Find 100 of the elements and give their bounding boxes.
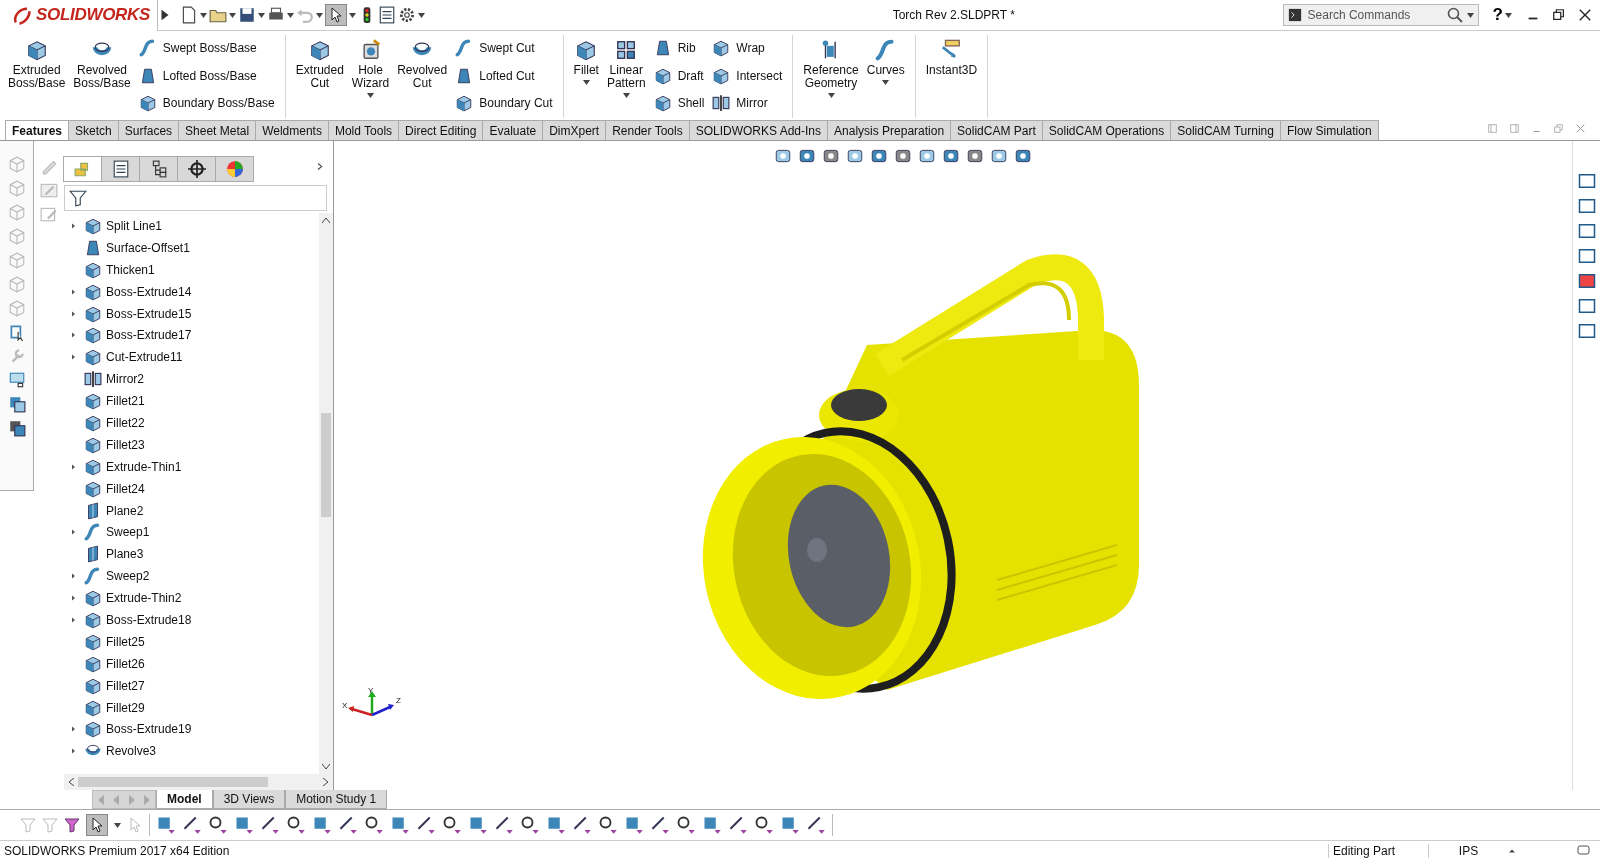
caret-icon[interactable] [418, 12, 425, 18]
scroll-thumb[interactable] [321, 413, 331, 517]
new-document-icon[interactable] [180, 6, 198, 24]
model-tab[interactable]: 3D Views [212, 790, 286, 809]
panel-tab[interactable] [177, 156, 216, 182]
ribbon-tab[interactable]: Direct Editing [398, 120, 484, 140]
search-box[interactable]: Search Commands [1282, 4, 1479, 26]
tree-item[interactable]: Fillet26 [106, 656, 145, 671]
selection-filter-icon[interactable] [182, 815, 202, 835]
caret-icon[interactable] [316, 12, 323, 18]
tree-item[interactable]: Plane3 [106, 547, 144, 562]
ribbon-tab[interactable]: Flow Simulation [1279, 120, 1379, 140]
command-button[interactable]: Lofted Boss/Base [136, 66, 277, 85]
caret-icon[interactable] [1466, 12, 1474, 18]
ribbon-tab[interactable]: Features [5, 120, 70, 140]
command-button[interactable]: Swept Cut [453, 39, 555, 57]
command-button[interactable]: Extruded Cut [293, 35, 346, 118]
ribbon-tab[interactable]: Sketch [68, 120, 119, 140]
selection-filter-icon[interactable] [754, 815, 774, 835]
command-button[interactable]: Rib [651, 39, 707, 57]
selection-filter-icon[interactable] [208, 815, 228, 835]
caret-icon[interactable] [1505, 12, 1512, 18]
panel-tab[interactable] [139, 156, 178, 182]
display-icon[interactable] [7, 371, 26, 389]
tree-item[interactable]: Sweep2 [106, 569, 150, 584]
command-button[interactable]: Linear Pattern [604, 35, 648, 118]
selection-filter-icon[interactable] [494, 815, 514, 835]
ribbon-tab[interactable]: SolidCAM Part [950, 120, 1043, 140]
scroll-right-icon[interactable] [323, 778, 329, 786]
caret-icon[interactable] [258, 12, 265, 18]
tree-item[interactable]: Revolve3 [106, 744, 157, 759]
ribbon-tab[interactable]: Analysis Preparation [827, 120, 952, 140]
caret-icon[interactable] [367, 93, 374, 98]
horizontal-scrollbar[interactable] [64, 774, 333, 790]
selection-filter-icon[interactable] [520, 815, 540, 835]
tree-item[interactable]: Extrude-Thin1 [106, 459, 182, 474]
model-tab[interactable]: Model [156, 790, 213, 809]
restore-icon[interactable] [1552, 8, 1566, 22]
selection-filter-icon[interactable] [338, 815, 358, 835]
tree-item[interactable]: Sweep1 [106, 525, 150, 540]
selection-filter-icon[interactable] [650, 815, 670, 835]
tree-item[interactable]: Fillet21 [106, 394, 145, 409]
close-icon[interactable] [1578, 8, 1592, 22]
tile-left-icon[interactable] [1488, 124, 1500, 136]
caret-up-icon[interactable] [1508, 847, 1516, 855]
command-button[interactable]: Mirror [710, 94, 785, 112]
caret-icon[interactable] [827, 93, 835, 98]
scroll-up-icon[interactable] [322, 217, 330, 223]
tree-item[interactable]: Plane2 [106, 503, 144, 518]
ribbon-tab[interactable]: Sheet Metal [178, 120, 257, 140]
selection-filter-icon[interactable] [572, 815, 592, 835]
selection-filter-icon[interactable] [416, 815, 436, 835]
command-button[interactable]: Draft [651, 66, 707, 85]
paste-icon[interactable] [7, 419, 26, 437]
tree-item[interactable]: Fillet29 [106, 700, 145, 715]
caret-icon[interactable] [114, 822, 121, 828]
ribbon-tab[interactable]: SolidCAM Turning [1170, 120, 1281, 140]
ribbon-tab[interactable]: Surfaces [117, 120, 180, 140]
command-button[interactable]: Boundary Boss/Base [136, 94, 277, 112]
selection-filter-icon[interactable] [260, 815, 280, 835]
model-tab[interactable]: Motion Study 1 [285, 790, 388, 809]
command-button[interactable]: Wrap [710, 39, 785, 57]
funnel-icon[interactable] [64, 817, 80, 833]
command-button[interactable]: Revolved Boss/Base [71, 35, 133, 118]
command-button[interactable]: Curves [864, 35, 907, 118]
caret-icon[interactable] [349, 12, 356, 18]
save-icon[interactable] [238, 6, 256, 24]
ribbon-tab[interactable]: Render Tools [605, 120, 690, 140]
selection-filter-icon[interactable] [364, 815, 384, 835]
tree-item[interactable]: Boss-Extrude15 [106, 306, 192, 321]
search-field[interactable]: Search Commands [1305, 7, 1443, 23]
command-button[interactable]: Revolved Cut [395, 35, 450, 118]
command-button[interactable]: Hole Wizard [349, 35, 392, 118]
select-button[interactable] [86, 814, 108, 836]
tree-item[interactable]: Surface-Offset1 [106, 240, 190, 255]
tree-item[interactable]: Boss-Extrude19 [106, 722, 192, 737]
settings-icon[interactable] [398, 6, 416, 24]
command-button[interactable]: Boundary Cut [453, 94, 555, 112]
caret-icon[interactable] [882, 80, 890, 85]
selection-filter-icon[interactable] [598, 815, 618, 835]
command-button[interactable]: Fillet [571, 35, 601, 118]
tree-item[interactable]: Mirror2 [106, 372, 144, 387]
caret-icon[interactable] [582, 80, 590, 85]
tree-item[interactable]: Fillet22 [106, 415, 145, 430]
ribbon-tab[interactable]: DimXpert [542, 120, 607, 140]
tree-item[interactable]: Split Line1 [106, 218, 163, 233]
caret-icon[interactable] [287, 12, 294, 18]
select-button[interactable] [325, 4, 347, 26]
units-text[interactable]: IPS [1428, 844, 1508, 858]
tree-item[interactable]: Fillet24 [106, 481, 145, 496]
ribbon-tab[interactable]: Mold Tools [327, 120, 400, 140]
command-button[interactable]: Swept Boss/Base [136, 39, 277, 57]
copy-icon[interactable] [7, 395, 26, 413]
selection-filter-icon[interactable] [806, 815, 826, 835]
filter-field[interactable] [64, 185, 327, 211]
command-button[interactable]: Lofted Cut [453, 66, 555, 85]
tree-item[interactable]: Boss-Extrude18 [106, 612, 192, 627]
caret-icon[interactable] [622, 93, 630, 98]
tree-item[interactable]: Fillet23 [106, 437, 145, 452]
caret-icon[interactable] [229, 12, 236, 18]
